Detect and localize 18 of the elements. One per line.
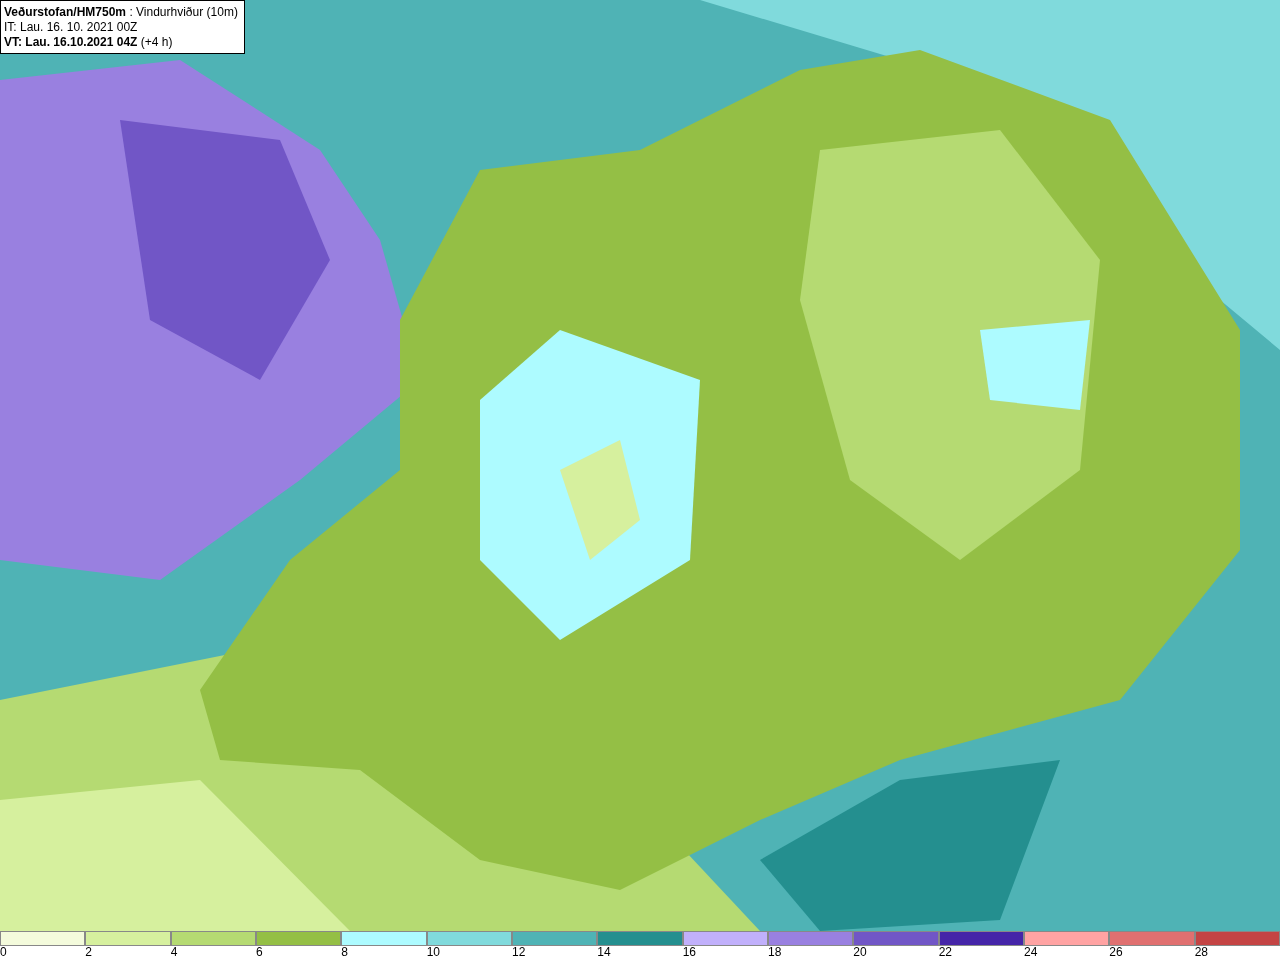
legend-tick-label: 24: [1024, 946, 1038, 959]
title-line: VT: Lau. 16.10.2021 04Z (+4 h): [4, 35, 174, 50]
legend-tick-label: 14: [597, 946, 611, 959]
title-line: Veðurstofan/HM750m : Vindurhviður (10m): [4, 5, 238, 20]
legend-tick-label: 20: [853, 946, 867, 959]
legend-tick-label: 12: [512, 946, 526, 959]
legend-tick-label: 4: [170, 946, 178, 959]
legend-tick-label: 6: [256, 946, 263, 959]
legend-tick-label: 8: [341, 946, 348, 959]
legend-tick-label: 28: [1194, 946, 1208, 959]
legend-tick-label: 16: [682, 946, 696, 959]
legend-tick-label: 2: [85, 946, 92, 959]
legend-tick-label: 26: [1109, 946, 1123, 959]
legend-tick-label: 10: [426, 946, 440, 959]
legend-tick-label: 0: [0, 946, 7, 959]
legend-tick-label: 22: [938, 946, 952, 959]
legend-tick-label: 18: [768, 946, 782, 959]
title-line: IT: Lau. 16. 10. 2021 00Z: [4, 20, 139, 35]
